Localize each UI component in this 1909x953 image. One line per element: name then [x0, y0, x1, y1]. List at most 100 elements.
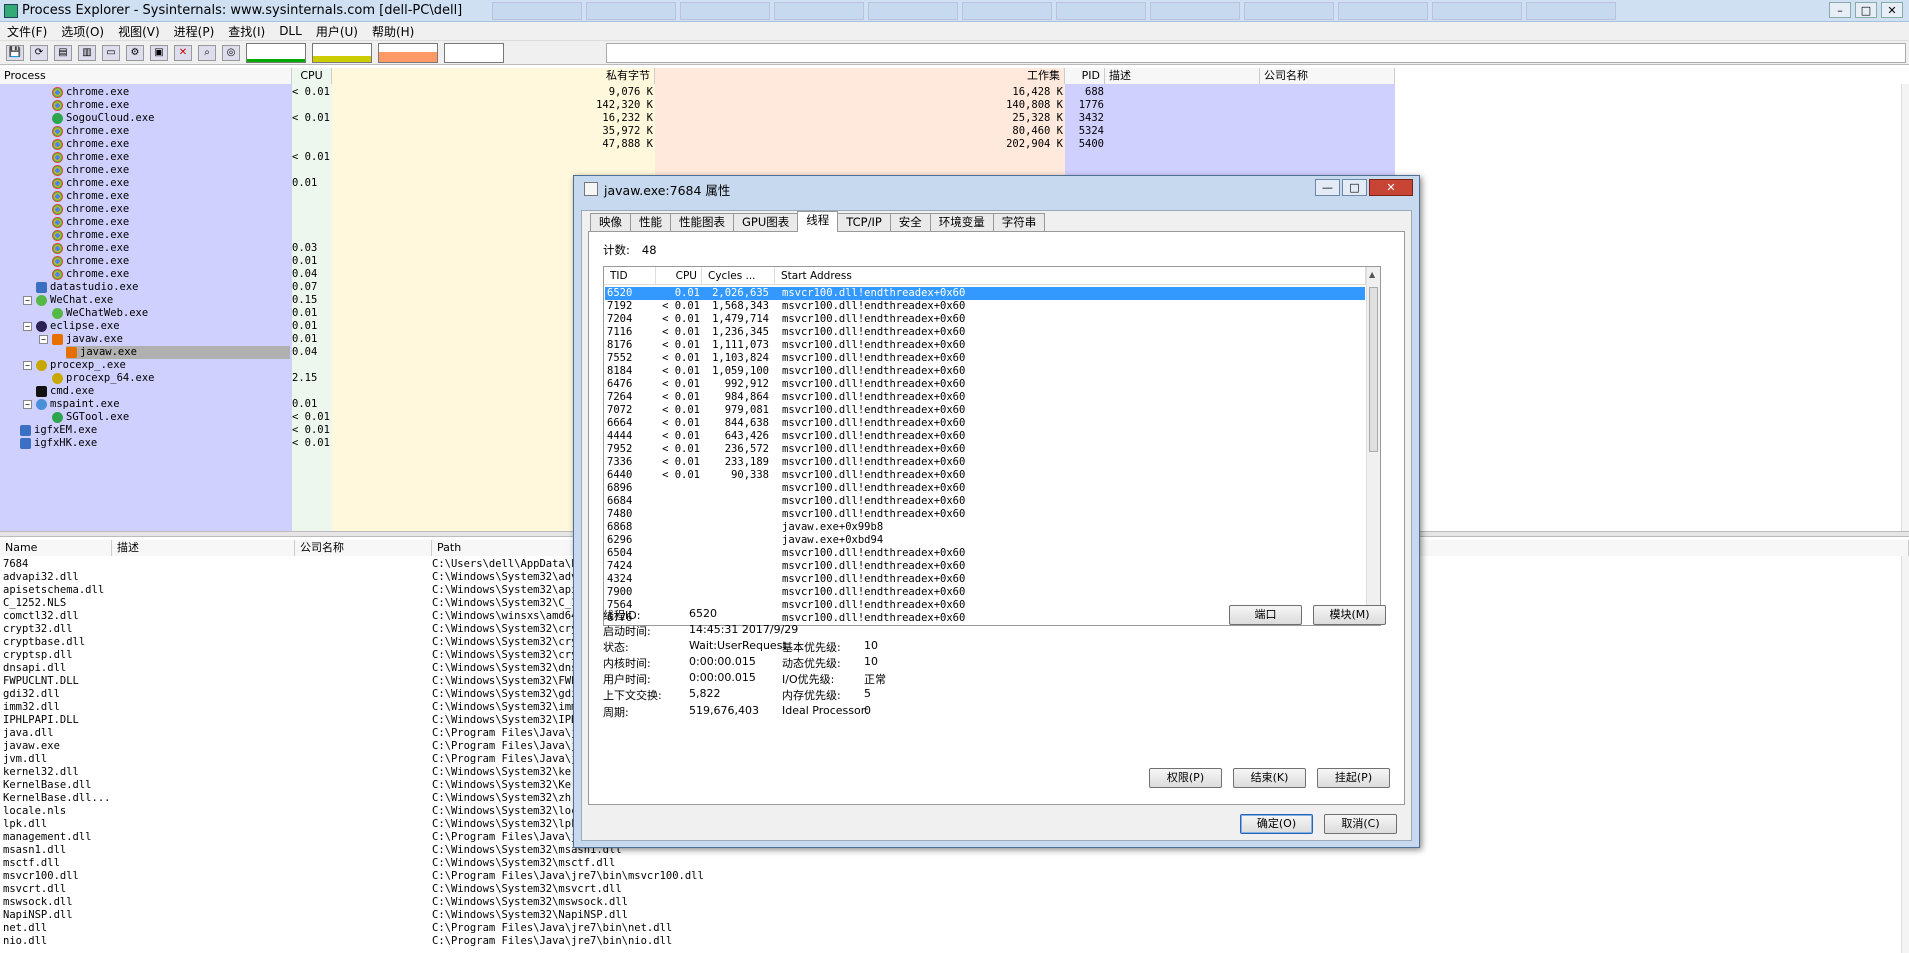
process-row[interactable]: SogouCloud.exe < 0.01 16,232 K 25,328 K 3432: [0, 112, 1395, 125]
thread-row[interactable]: 8184 < 0.01 1,059,100 msvcr100.dll!endthrea…: [605, 365, 1365, 378]
dll-row[interactable]: msvcr100.dll C:\Program Files\Java\jre7\b…: [0, 870, 1909, 883]
menu-users[interactable]: 用户(U): [309, 23, 365, 40]
window-icon[interactable]: ▭: [102, 44, 120, 61]
process-row[interactable]: chrome.exe 47,888 K 202,904 K 5400: [0, 138, 1395, 151]
process-row[interactable]: chrome.exe 142,320 K 140,808 K 1776: [0, 99, 1395, 112]
maximize-button[interactable]: □: [1855, 2, 1877, 18]
tab-security[interactable]: 安全: [889, 213, 931, 231]
tab-gpu-graph[interactable]: GPU图表: [733, 213, 799, 231]
thread-list[interactable]: TID CPU Cycles ... Start Address 6520 0.0…: [603, 266, 1381, 626]
menu-help[interactable]: 帮助(H): [365, 23, 421, 40]
thread-row[interactable]: 7480 msvcr100.dll!endthreadex+0x60: [605, 508, 1365, 521]
col-pid[interactable]: PID: [1065, 68, 1105, 84]
dll-row[interactable]: mswsock.dll C:\Windows\System32\mswsock.d…: [0, 896, 1909, 909]
thread-row[interactable]: 6440 < 0.01 90,338 msvcr100.dll!endthreadex…: [605, 469, 1365, 482]
thread-row[interactable]: 6520 0.01 2,026,635 msvcr100.dll!endthreade…: [605, 287, 1365, 300]
refresh-icon[interactable]: ⟳: [30, 44, 48, 61]
thread-row[interactable]: 7116 < 0.01 1,236,345 msvcr100.dll!endthrea…: [605, 326, 1365, 339]
expand-toggle-icon[interactable]: −: [23, 296, 32, 305]
col-start-address[interactable]: Start Address: [775, 267, 1366, 285]
thread-row[interactable]: 6896 msvcr100.dll!endthreadex+0x60: [605, 482, 1365, 495]
minimize-button[interactable]: –: [1829, 2, 1851, 18]
commit-graph[interactable]: [312, 42, 372, 63]
expand-toggle-icon[interactable]: −: [39, 335, 48, 344]
menu-find[interactable]: 查找(I): [221, 23, 272, 40]
thread-list-scrollbar[interactable]: ▲ ▼: [1366, 267, 1380, 625]
menu-file[interactable]: 文件(F): [0, 23, 54, 40]
gpu-graph[interactable]: [444, 42, 504, 63]
scroll-thumb[interactable]: [1369, 287, 1378, 452]
tab-threads[interactable]: 线程: [797, 211, 839, 232]
settings-icon[interactable]: ⚙: [126, 44, 144, 61]
dll-row[interactable]: nio.dll C:\Program Files\Java\jre7\bin\ni…: [0, 935, 1909, 948]
tab-image[interactable]: 映像: [590, 213, 631, 231]
expand-toggle-icon[interactable]: −: [23, 322, 32, 331]
cancel-button[interactable]: 取消(C): [1324, 814, 1397, 834]
col-dll-company[interactable]: 公司名称: [295, 540, 432, 556]
process-row[interactable]: chrome.exe < 0.01: [0, 151, 1395, 164]
dll-row[interactable]: msvcrt.dll C:\Windows\System32\msvcrt.dll: [0, 883, 1909, 896]
find-icon[interactable]: ⌕: [198, 44, 216, 61]
thread-row[interactable]: 6296 javaw.exe+0xbd94: [605, 534, 1365, 547]
permission-button[interactable]: 权限(P): [1149, 768, 1222, 788]
tab-performance-graph[interactable]: 性能图表: [670, 213, 734, 231]
expand-toggle-icon[interactable]: −: [23, 400, 32, 409]
menu-process[interactable]: 进程(P): [167, 23, 222, 40]
suspend-button[interactable]: 挂起(P): [1317, 768, 1390, 788]
menu-options[interactable]: 选项(O): [54, 23, 111, 40]
thread-row[interactable]: 7952 < 0.01 236,572 msvcr100.dll!endthreade…: [605, 443, 1365, 456]
tab-strings[interactable]: 字符串: [992, 213, 1046, 231]
thread-row[interactable]: 6664 < 0.01 844,638 msvcr100.dll!endthreade…: [605, 417, 1365, 430]
close-button[interactable]: ✕: [1881, 2, 1903, 18]
thread-row[interactable]: 7072 < 0.01 979,081 msvcr100.dll!endthreade…: [605, 404, 1365, 417]
thread-row[interactable]: 7336 < 0.01 233,189 msvcr100.dll!endthreade…: [605, 456, 1365, 469]
system-info-icon[interactable]: ▤: [54, 44, 72, 61]
col-process[interactable]: Process: [0, 68, 292, 84]
col-description[interactable]: 描述: [1105, 68, 1260, 84]
menu-dll[interactable]: DLL: [272, 24, 309, 38]
scroll-up-icon[interactable]: ▲: [1369, 270, 1375, 279]
tab-performance[interactable]: 性能: [630, 213, 671, 231]
col-thread-cpu[interactable]: CPU: [656, 267, 702, 285]
toolbar-search-box[interactable]: [606, 42, 1906, 63]
expand-toggle-icon[interactable]: −: [23, 361, 32, 370]
dll-row[interactable]: msctf.dll C:\Windows\System32\msctf.dll: [0, 857, 1909, 870]
cpu-graph[interactable]: [246, 42, 306, 63]
thread-row[interactable]: 4324 msvcr100.dll!endthreadex+0x60: [605, 573, 1365, 586]
process-row[interactable]: chrome.exe 35,972 K 80,460 K 5324: [0, 125, 1395, 138]
kill-thread-button[interactable]: 结束(K): [1233, 768, 1306, 788]
col-cpu[interactable]: CPU: [292, 68, 332, 84]
col-private-bytes[interactable]: 私有字节: [332, 68, 655, 84]
dll-scrollbar[interactable]: [1901, 556, 1909, 953]
thread-row[interactable]: 6868 javaw.exe+0x99b8: [605, 521, 1365, 534]
thread-row[interactable]: 6504 msvcr100.dll!endthreadex+0x60: [605, 547, 1365, 560]
thread-row[interactable]: 7424 msvcr100.dll!endthreadex+0x60: [605, 560, 1365, 573]
target-icon[interactable]: ◎: [222, 44, 240, 61]
stack-button[interactable]: 端口: [1229, 605, 1302, 625]
thread-row[interactable]: 7552 < 0.01 1,103,824 msvcr100.dll!endthrea…: [605, 352, 1365, 365]
col-tid[interactable]: TID: [604, 267, 656, 285]
module-button[interactable]: 模块(M): [1313, 605, 1386, 625]
process-row[interactable]: chrome.exe < 0.01 9,076 K 16,428 K 688: [0, 86, 1395, 99]
properties-icon[interactable]: ▥: [78, 44, 96, 61]
thread-row[interactable]: 8176 < 0.01 1,111,073 msvcr100.dll!endthrea…: [605, 339, 1365, 352]
tab-tcpip[interactable]: TCP/IP: [837, 213, 891, 231]
thread-row[interactable]: 7204 < 0.01 1,479,714 msvcr100.dll!endthrea…: [605, 313, 1365, 326]
col-working-set[interactable]: 工作集: [655, 68, 1065, 84]
dialog-close-button[interactable]: ✕: [1369, 179, 1413, 196]
dll-row[interactable]: NapiNSP.dll C:\Windows\System32\NapiNSP.d…: [0, 909, 1909, 922]
thread-row[interactable]: 7264 < 0.01 984,864 msvcr100.dll!endthreade…: [605, 391, 1365, 404]
col-dll-description[interactable]: 描述: [112, 540, 295, 556]
col-company[interactable]: 公司名称: [1260, 68, 1395, 84]
ok-button[interactable]: 确定(O): [1240, 814, 1313, 834]
thread-row[interactable]: 6476 < 0.01 992,912 msvcr100.dll!endthreade…: [605, 378, 1365, 391]
dialog-minimize-button[interactable]: —: [1315, 179, 1340, 196]
thread-row[interactable]: 7900 msvcr100.dll!endthreadex+0x60: [605, 586, 1365, 599]
io-graph[interactable]: [378, 42, 438, 63]
kill-process-icon[interactable]: ✕: [174, 44, 192, 61]
tab-environment[interactable]: 环境变量: [929, 213, 994, 231]
process-scrollbar[interactable]: [1901, 84, 1909, 531]
dialog-maximize-button[interactable]: □: [1342, 179, 1367, 196]
menu-view[interactable]: 视图(V): [111, 23, 167, 40]
thread-row[interactable]: 7192 < 0.01 1,568,343 msvcr100.dll!endthrea…: [605, 300, 1365, 313]
